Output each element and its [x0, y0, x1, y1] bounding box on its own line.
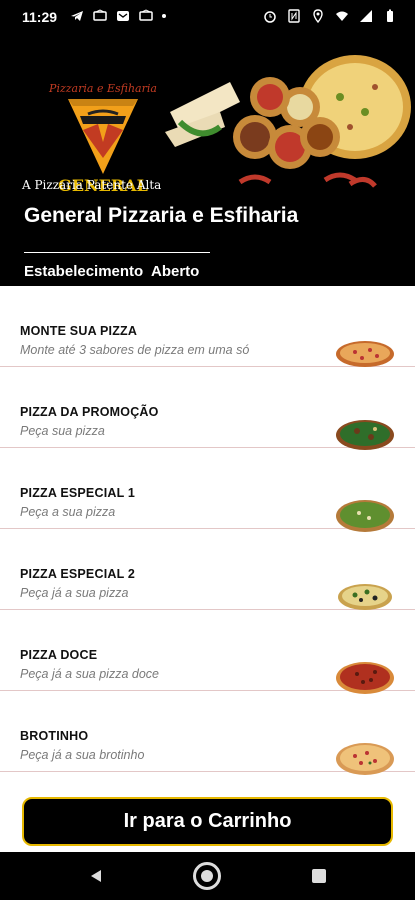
- wifi-icon: [336, 11, 348, 21]
- status-right-icons: [263, 9, 397, 23]
- status-left-icons: [70, 9, 166, 23]
- notification-icon: [139, 9, 153, 21]
- menu-item-monte-sua-pizza[interactable]: MONTE SUA PIZZA Monte até 3 sabores de p…: [0, 286, 415, 367]
- status-bar: 11:29: [0, 0, 415, 34]
- signal-icon: [360, 10, 372, 22]
- menu-item-subtitle: Peça sua pizza: [20, 424, 105, 438]
- menu-item-title: PIZZA ESPECIAL 2: [20, 567, 136, 581]
- menu-item-subtitle: Peça a sua pizza: [20, 505, 116, 519]
- menu-item-title: MONTE SUA PIZZA: [20, 324, 138, 338]
- menu-item-title: PIZZA ESPECIAL 1: [20, 486, 136, 500]
- store-status-value: Aberto: [151, 263, 200, 280]
- recent-apps-icon[interactable]: [312, 869, 326, 883]
- go-to-cart-button[interactable]: Ir para o Carrinho: [22, 797, 393, 846]
- menu-item-subtitle: Peça já a sua brotinho: [20, 748, 145, 762]
- system-nav-bar: [0, 852, 415, 900]
- menu-item-pizza-especial-1[interactable]: PIZZA ESPECIAL 1 Peça a sua pizza: [0, 448, 415, 532]
- store-status: Estabelecimento Aberto: [24, 263, 199, 280]
- svg-text:Pizzaria e Esfiharia: Pizzaria e Esfiharia: [48, 82, 157, 95]
- menu-item-pizza-especial-2[interactable]: PIZZA ESPECIAL 2 Peça já a sua pizza: [0, 529, 415, 610]
- menu-item-title: BROTINHO: [20, 729, 89, 743]
- menu-item-title: PIZZA DA PROMOÇÃO: [20, 405, 159, 419]
- battery-icon: [387, 9, 393, 22]
- menu-item-title: PIZZA DOCE: [20, 648, 98, 662]
- menu-item-subtitle: Peça já a sua pizza doce: [20, 667, 159, 681]
- store-header: Pizzaria e Esfiharia GENERAL A Pizzaria …: [0, 34, 415, 286]
- menu-list: MONTE SUA PIZZA Monte até 3 sabores de p…: [0, 286, 415, 852]
- telegram-icon: [71, 11, 83, 21]
- back-icon[interactable]: [88, 868, 104, 884]
- food-illustration: [165, 55, 411, 188]
- home-icon[interactable]: [193, 862, 221, 890]
- menu-item-pizza-da-promocao[interactable]: PIZZA DA PROMOÇÃO Peça sua pizza: [0, 367, 415, 450]
- menu-item-subtitle: Peça já a sua pizza: [20, 586, 129, 600]
- store-slogan: A Pizzaria Patente Alta: [22, 178, 162, 192]
- pizza-image: [336, 743, 394, 775]
- menu-item-brotinho[interactable]: BROTINHO Peça já a sua brotinho: [0, 691, 415, 775]
- store-title: General Pizzaria e Esfiharia: [24, 204, 299, 227]
- mail-icon: [117, 11, 129, 21]
- menu-item-pizza-doce[interactable]: PIZZA DOCE Peça já a sua pizza doce: [0, 610, 415, 694]
- nfc-icon: [288, 9, 300, 23]
- notification-icon: [93, 9, 107, 21]
- status-time: 11:29: [22, 9, 58, 25]
- dot-icon: [162, 14, 166, 18]
- header-divider: [24, 252, 210, 253]
- store-status-label: Estabelecimento: [24, 263, 144, 280]
- alarm-icon: [264, 11, 276, 23]
- location-icon: [313, 9, 323, 23]
- menu-item-subtitle: Monte até 3 sabores de pizza em uma só: [20, 343, 250, 357]
